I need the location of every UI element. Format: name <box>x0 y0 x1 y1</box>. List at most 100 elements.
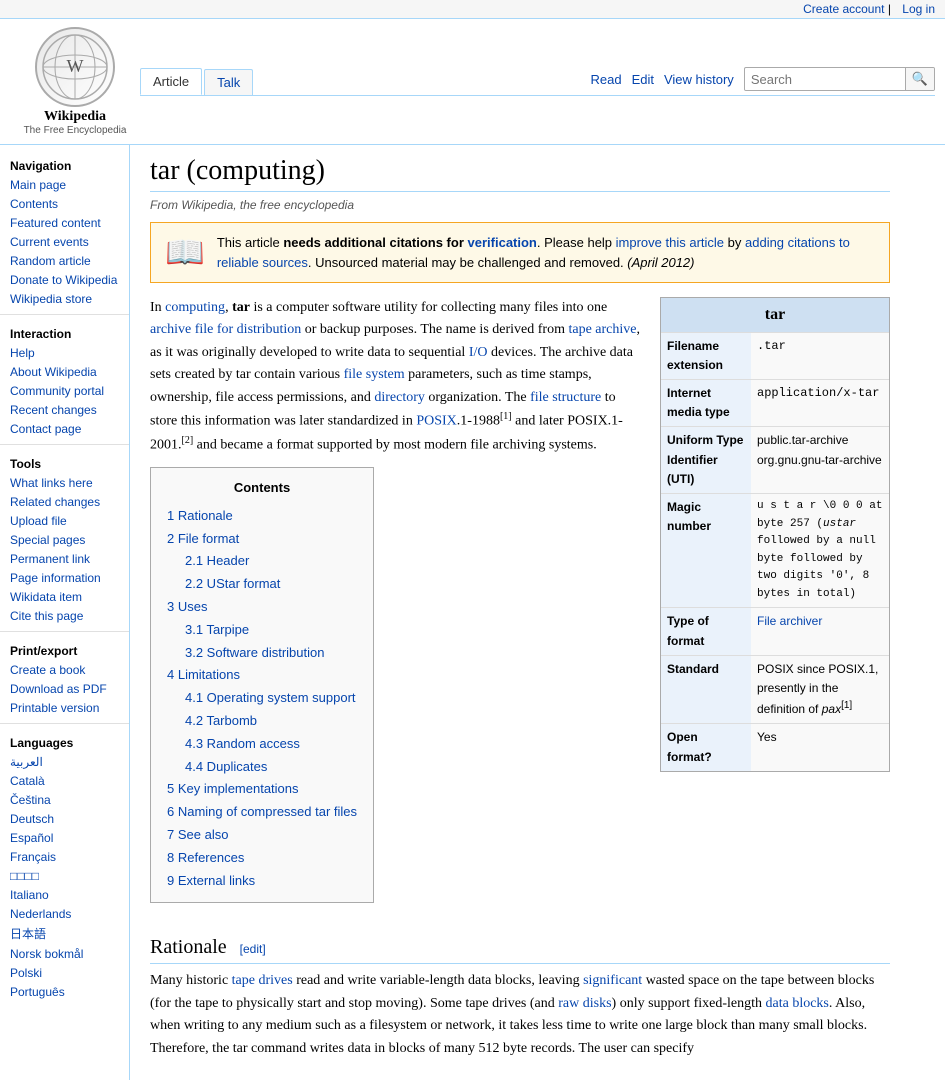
data-blocks-link[interactable]: data blocks <box>766 996 829 1011</box>
toc-item-7[interactable]: 7 See also <box>167 824 357 847</box>
sidebar-item-donate[interactable]: Donate to Wikipedia <box>0 270 129 289</box>
toc-item-2-1[interactable]: 2.1 Header <box>167 550 357 573</box>
sidebar-item-lang-ja[interactable]: 日本語 <box>0 923 129 944</box>
toc-item-4-3[interactable]: 4.3 Random access <box>167 733 357 756</box>
search-input[interactable] <box>745 69 905 90</box>
toc-item-8[interactable]: 8 References <box>167 847 357 870</box>
read-link[interactable]: Read <box>590 72 621 87</box>
sidebar-item-community[interactable]: Community portal <box>0 381 129 400</box>
sidebar-item-lang-ja2[interactable]: □□□□ <box>0 866 129 885</box>
toc-item-5[interactable]: 5 Key implementations <box>167 778 357 801</box>
infobox-label-magic: Magic number <box>661 494 751 608</box>
sidebar-item-lang-pl[interactable]: Polski <box>0 963 129 982</box>
directory-link[interactable]: directory <box>374 390 425 405</box>
toc-item-9[interactable]: 9 External links <box>167 870 357 893</box>
filesystem-link[interactable]: file system <box>344 367 405 382</box>
view-history-link[interactable]: View history <box>664 72 734 87</box>
log-in-link[interactable]: Log in <box>902 2 935 16</box>
toc-item-4-2[interactable]: 4.2 Tarbomb <box>167 710 357 733</box>
sidebar-item-lang-de[interactable]: Deutsch <box>0 809 129 828</box>
tab-talk[interactable]: Talk <box>204 69 253 95</box>
sidebar-item-random[interactable]: Random article <box>0 251 129 270</box>
toc-item-3-2[interactable]: 3.2 Software distribution <box>167 642 357 665</box>
toc-item-3[interactable]: 3 Uses <box>167 596 357 619</box>
sidebar-item-current-events[interactable]: Current events <box>0 232 129 251</box>
sidebar-item-printable[interactable]: Printable version <box>0 698 129 717</box>
sidebar-item-upload[interactable]: Upload file <box>0 511 129 530</box>
sidebar-item-wikidata[interactable]: Wikidata item <box>0 587 129 606</box>
tape-drives-link[interactable]: tape drives <box>232 973 293 988</box>
infobox-label-open: Open format? <box>661 724 751 770</box>
verification-link[interactable]: verification <box>468 235 537 250</box>
create-account-link[interactable]: Create account <box>803 2 884 16</box>
sidebar-item-main-page[interactable]: Main page <box>0 175 129 194</box>
io-link[interactable]: I/O <box>469 345 488 360</box>
toc-item-4-1[interactable]: 4.1 Operating system support <box>167 687 357 710</box>
page-title: tar (computing) <box>150 155 890 192</box>
rationale-text: Many historic tape drives read and write… <box>150 970 890 1060</box>
header: W Wikipedia The Free Encyclopedia Articl… <box>0 19 945 145</box>
toc: Contents 1 Rationale 2 File format 2.1 H… <box>150 467 374 903</box>
sidebar-item-whatlinks[interactable]: What links here <box>0 473 129 492</box>
infobox-value-type: File archiver <box>751 608 889 654</box>
sidebar-item-pdf[interactable]: Download as PDF <box>0 679 129 698</box>
infobox-row-magic: Magic number u s t a r \0 0 0 at byte 25… <box>661 493 889 608</box>
posix-link[interactable]: POSIX <box>416 414 456 429</box>
sidebar-item-featured[interactable]: Featured content <box>0 213 129 232</box>
infobox-value-filename: .tar <box>751 333 889 379</box>
content-wrap: Navigation Main page Contents Featured c… <box>0 145 945 1080</box>
file-structure-link[interactable]: file structure <box>530 390 601 405</box>
sidebar-item-lang-it[interactable]: Italiano <box>0 885 129 904</box>
toc-item-6[interactable]: 6 Naming of compressed tar files <box>167 801 357 824</box>
file-archiver-link[interactable]: File archiver <box>757 614 822 628</box>
sidebar-item-lang-pt[interactable]: Português <box>0 982 129 1001</box>
rationale-heading: Rationale [edit] <box>150 931 890 964</box>
sidebar-item-cite[interactable]: Cite this page <box>0 606 129 625</box>
sidebar-item-special[interactable]: Special pages <box>0 530 129 549</box>
infobox-value-magic: u s t a r \0 0 0 at byte 257 (ustar foll… <box>751 494 889 608</box>
sidebar-item-recent[interactable]: Recent changes <box>0 400 129 419</box>
sidebar-item-lang-es[interactable]: Español <box>0 828 129 847</box>
sidebar-item-contents[interactable]: Contents <box>0 194 129 213</box>
sidebar-item-related[interactable]: Related changes <box>0 492 129 511</box>
toc-title: Contents <box>167 478 357 499</box>
toc-item-4-4[interactable]: 4.4 Duplicates <box>167 756 357 779</box>
sidebar-item-lang-ar[interactable]: العربية <box>0 752 129 771</box>
tape-archive-link[interactable]: tape archive <box>568 322 636 337</box>
sidebar-item-lang-cs[interactable]: Čeština <box>0 790 129 809</box>
sidebar-item-contact[interactable]: Contact page <box>0 419 129 438</box>
svg-text:W: W <box>67 56 84 76</box>
toc-item-1[interactable]: 1 Rationale <box>167 505 357 528</box>
logo-title: Wikipedia <box>44 109 106 125</box>
top-bar: Create account | Log in <box>0 0 945 19</box>
sidebar-item-store[interactable]: Wikipedia store <box>0 289 129 308</box>
raw-disks-link[interactable]: raw disks <box>558 996 611 1011</box>
toc-item-4[interactable]: 4 Limitations <box>167 664 357 687</box>
sidebar-item-lang-nl[interactable]: Nederlands <box>0 904 129 923</box>
toc-item-3-1[interactable]: 3.1 Tarpipe <box>167 619 357 642</box>
search-button[interactable]: 🔍 <box>905 68 934 90</box>
sidebar-item-help[interactable]: Help <box>0 343 129 362</box>
tab-article[interactable]: Article <box>140 68 202 95</box>
citation-text: This article needs additional citations … <box>217 233 875 272</box>
sidebar-item-lang-ca[interactable]: Català <box>0 771 129 790</box>
sidebar-item-lang-fr[interactable]: Français <box>0 847 129 866</box>
improve-link[interactable]: improve this article <box>616 235 724 250</box>
computing-link[interactable]: computing <box>165 300 225 315</box>
sidebar-item-pageinfo[interactable]: Page information <box>0 568 129 587</box>
archive-file-link[interactable]: archive file for distribution <box>150 322 301 337</box>
infobox-row-uti: Uniform Type Identifier (UTI) public.tar… <box>661 426 889 493</box>
sidebar-item-lang-nb[interactable]: Norsk bokmål <box>0 944 129 963</box>
edit-link[interactable]: Edit <box>632 72 654 87</box>
toc-item-2-2[interactable]: 2.2 UStar format <box>167 573 357 596</box>
from-line: From Wikipedia, the free encyclopedia <box>150 198 890 212</box>
rationale-edit-link[interactable]: [edit] <box>240 942 266 956</box>
infobox-label-type: Type of format <box>661 608 751 654</box>
sidebar-item-permalink[interactable]: Permanent link <box>0 549 129 568</box>
significant-link[interactable]: significant <box>583 973 642 988</box>
logo-subtitle: The Free Encyclopedia <box>24 125 127 136</box>
sidebar-item-about[interactable]: About Wikipedia <box>0 362 129 381</box>
toc-item-2[interactable]: 2 File format <box>167 528 357 551</box>
logo-area: W Wikipedia The Free Encyclopedia <box>10 27 140 136</box>
sidebar-item-createbook[interactable]: Create a book <box>0 660 129 679</box>
